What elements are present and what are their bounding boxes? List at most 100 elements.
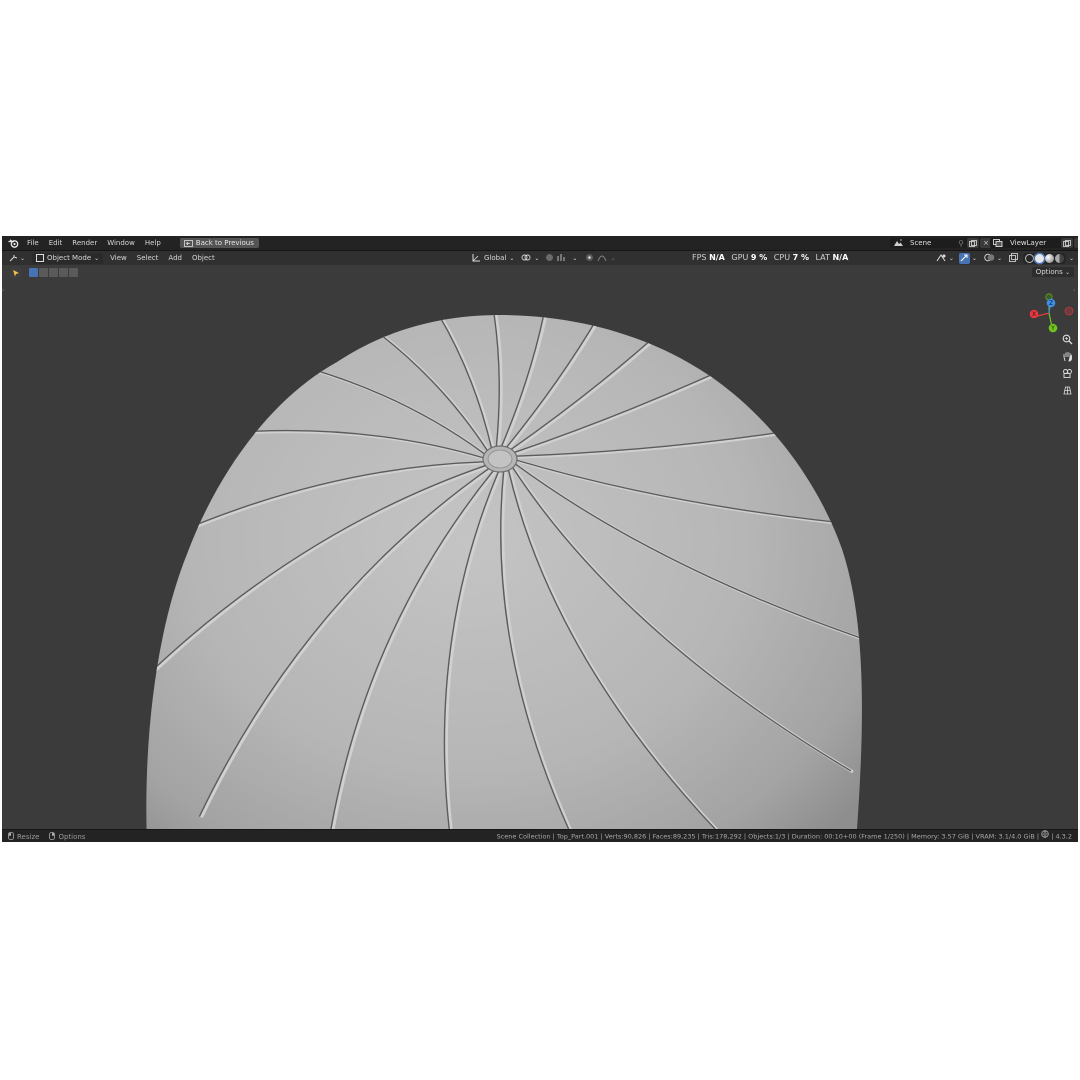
chevron-down-icon: ⌄: [572, 254, 578, 262]
header-menu-view[interactable]: View: [105, 251, 132, 265]
cpu-label: CPU: [773, 253, 791, 262]
mouse-right-icon: [49, 831, 56, 842]
blender-version: 4.3.2: [1055, 832, 1072, 841]
menu-render[interactable]: Render: [67, 236, 102, 250]
3d-viewport[interactable]: X Z Y › ‹: [2, 279, 1078, 829]
sidebar-collapse-arrow-icon[interactable]: ‹: [1073, 287, 1077, 295]
performance-stats: FPS N/A GPU 9 % CPU 7 % LAT N/A: [692, 252, 852, 264]
select-new-icon[interactable]: [29, 268, 38, 277]
snap-icon[interactable]: [545, 253, 554, 264]
zoom-icon[interactable]: [1059, 332, 1075, 346]
overlays-icon[interactable]: [984, 253, 995, 264]
transform-orientation-icon: [472, 253, 481, 264]
fps-value: N/A: [709, 253, 725, 262]
viewport-display-controls: ⌄ ⌄ ⌄ ⌄: [936, 252, 1074, 264]
header-menu-select[interactable]: Select: [132, 251, 164, 265]
camera-view-icon[interactable]: [1059, 366, 1075, 380]
gizmo-x-label: X: [1032, 311, 1036, 318]
menu-edit[interactable]: Edit: [44, 236, 68, 250]
scene-icon: [890, 239, 906, 247]
transform-controls: Global ⌄ ⌄ ⌄ ⌄: [472, 252, 615, 264]
view-layer-name-field[interactable]: ViewLayer: [1006, 238, 1060, 248]
solid-shading-icon[interactable]: [1034, 253, 1044, 263]
select-subtract-icon[interactable]: [49, 268, 58, 277]
header-menu-add[interactable]: Add: [163, 251, 187, 265]
view-layer-selector[interactable]: ViewLayer ×: [990, 238, 1078, 248]
snap-element-icon[interactable]: [557, 253, 569, 264]
chevron-down-icon: ⌄: [534, 254, 540, 262]
status-options: Options: [49, 831, 86, 842]
scene-selector[interactable]: Scene ⚲ ×: [890, 238, 992, 248]
status-options-label: Options: [58, 832, 86, 841]
chevron-down-icon: ⌄: [20, 254, 26, 262]
object-mode-icon: [36, 254, 45, 262]
menu-file[interactable]: File: [22, 236, 44, 250]
view-layer-icon: [990, 239, 1006, 247]
select-extend-icon[interactable]: [39, 268, 48, 277]
wireframe-shading-icon[interactable]: [1024, 253, 1034, 263]
tool-settings-row: Options ⌄: [2, 266, 1078, 279]
remove-view-layer-icon[interactable]: ×: [1074, 238, 1078, 248]
back-to-previous-button[interactable]: Back to Previous: [179, 238, 259, 248]
falloff-icon[interactable]: [597, 253, 607, 264]
chevron-down-icon: ⌄: [509, 254, 515, 262]
lat-value: N/A: [832, 253, 849, 262]
object-mode-label: Object Mode: [47, 254, 92, 262]
back-to-previous-label: Back to Previous: [195, 239, 254, 247]
dome-mesh-object[interactable]: [2, 279, 1078, 829]
options-dropdown[interactable]: Options ⌄: [1031, 267, 1074, 277]
back-arrow-icon: [183, 239, 193, 247]
toolbar-collapse-arrow-icon[interactable]: ›: [2, 287, 6, 295]
top-menu-bar: File Edit Render Window Help Back to Pre…: [2, 236, 1078, 251]
perspective-toggle-icon[interactable]: [1059, 383, 1075, 397]
gizmo-neg-x-handle[interactable]: [1064, 306, 1074, 316]
header-menu-object[interactable]: Object: [187, 251, 220, 265]
lat-label: LAT: [815, 253, 830, 262]
scene-statistics: Scene Collection | Top_Part.001 | Verts:…: [497, 830, 1072, 842]
chevron-down-icon: ⌄: [610, 254, 616, 262]
gpu-value: 9 %: [750, 253, 768, 262]
editor-type-dropdown[interactable]: ⌄: [6, 253, 28, 264]
new-scene-icon[interactable]: [967, 238, 979, 248]
navigation-gizmo[interactable]: X Z Y: [1024, 291, 1074, 337]
chevron-down-icon: ⌄: [948, 254, 954, 262]
scene-statistics-text: Scene Collection | Top_Part.001 | Verts:…: [496, 832, 1042, 841]
select-intersect-icon[interactable]: [69, 268, 78, 277]
status-resize: Resize: [8, 831, 40, 842]
blender-logo-icon[interactable]: [4, 236, 22, 250]
gizmo-y-label: Y: [1050, 325, 1055, 332]
select-tool-button[interactable]: [10, 267, 21, 278]
transform-orientation-dropdown[interactable]: Global: [484, 254, 506, 262]
menu-window[interactable]: Window: [102, 236, 140, 250]
editor-type-icon: [9, 255, 18, 262]
dome-center-cap: [482, 445, 518, 473]
pivot-point-icon[interactable]: [521, 253, 531, 264]
status-bar: Resize Options Scene Collection | Top_Pa…: [2, 829, 1078, 842]
options-label: Options: [1035, 268, 1063, 276]
gizmo-z-label: Z: [1049, 300, 1053, 307]
proportional-editing-icon[interactable]: [585, 253, 594, 264]
xray-toggle-icon[interactable]: [1009, 252, 1018, 264]
new-view-layer-icon[interactable]: [1061, 238, 1073, 248]
visibility-icon[interactable]: [936, 253, 947, 264]
chevron-down-icon: ⌄: [996, 254, 1002, 262]
pin-icon[interactable]: ⚲: [956, 239, 966, 248]
cursor-arrow-icon: [12, 269, 19, 276]
gpu-label: GPU: [731, 253, 749, 262]
object-mode-dropdown[interactable]: Object Mode ⌄: [32, 252, 104, 264]
resize-label: Resize: [17, 832, 40, 841]
selection-mode-group: [29, 268, 78, 277]
chevron-down-icon: ⌄: [94, 254, 100, 262]
scene-name-field[interactable]: Scene: [906, 238, 956, 248]
chevron-down-icon: ⌄: [971, 254, 977, 262]
cpu-value: 7 %: [792, 253, 809, 262]
blender-window: File Edit Render Window Help Back to Pre…: [2, 236, 1078, 842]
menu-help[interactable]: Help: [140, 236, 166, 250]
gizmo-toggle-icon[interactable]: [958, 252, 970, 264]
pan-hand-icon[interactable]: [1059, 349, 1075, 363]
material-preview-icon[interactable]: [1044, 253, 1054, 263]
rendered-shading-icon[interactable]: [1054, 253, 1064, 263]
fps-label: FPS: [692, 253, 707, 262]
chevron-down-icon: ⌄: [1068, 254, 1074, 262]
select-invert-icon[interactable]: [59, 268, 68, 277]
